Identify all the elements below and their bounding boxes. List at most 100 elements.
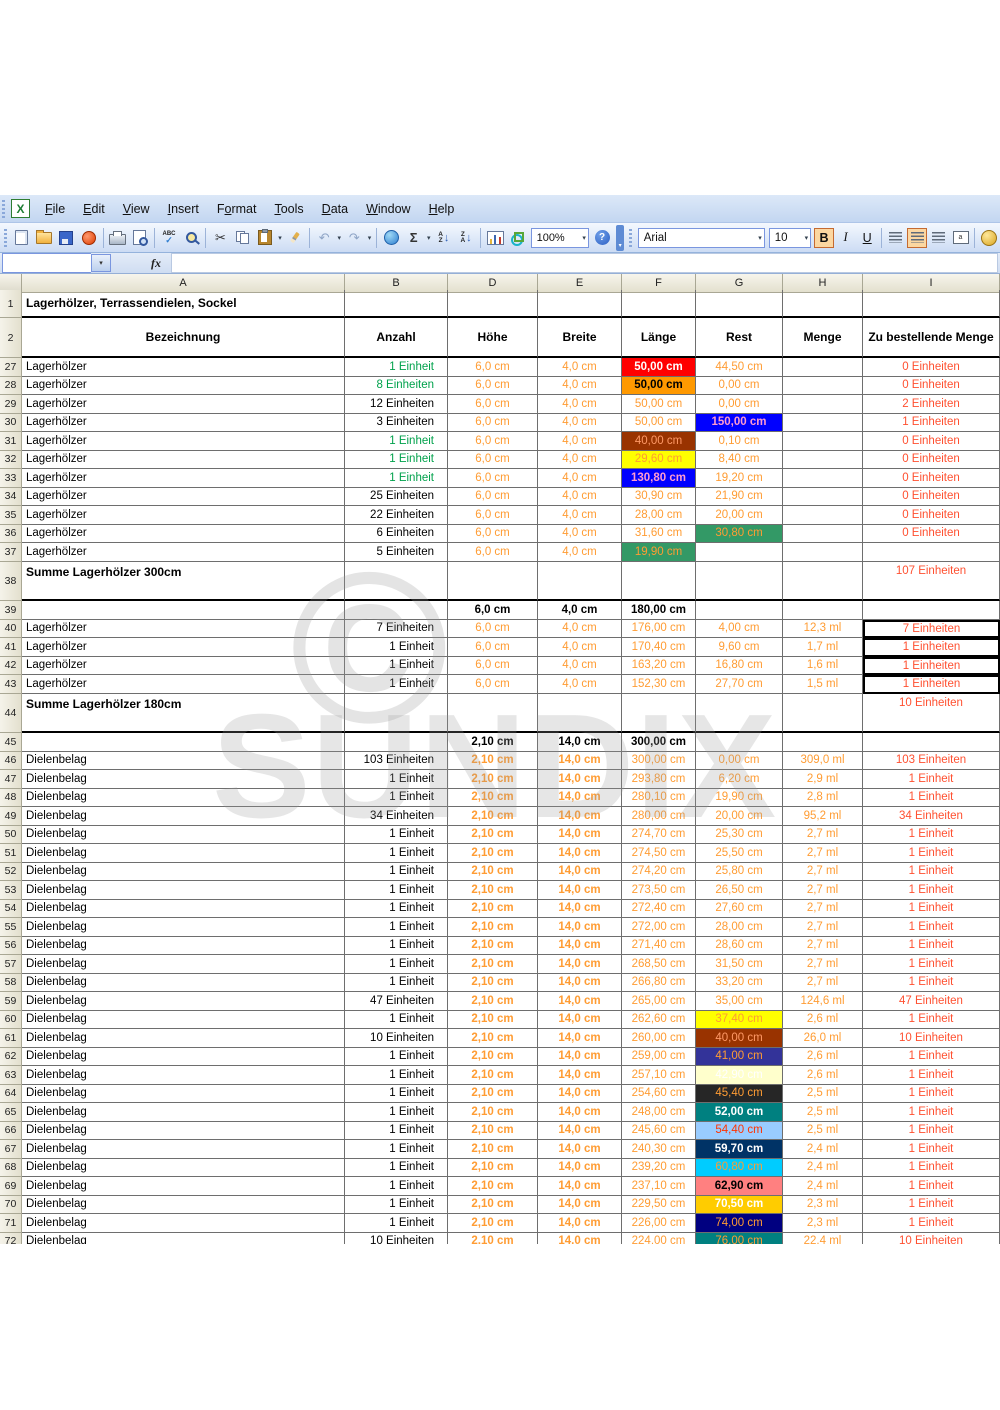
cell-G71[interactable]: 74,00 cm xyxy=(696,1214,783,1233)
cell-E47[interactable]: 14,0 cm xyxy=(538,770,622,789)
header-cell-I[interactable]: Zu bestellende Menge xyxy=(863,318,1000,358)
cell-G37[interactable] xyxy=(696,543,783,562)
cell-A72[interactable]: Dielenbelag xyxy=(22,1233,345,1245)
row-header-56[interactable]: 56 xyxy=(0,937,22,956)
cell-H53[interactable]: 2,7 ml xyxy=(783,881,863,900)
row-header-69[interactable]: 69 xyxy=(0,1177,22,1196)
cell-I69[interactable]: 1 Einheit xyxy=(863,1177,1000,1196)
cell-H37[interactable] xyxy=(783,543,863,562)
cell-H64[interactable]: 2,5 ml xyxy=(783,1085,863,1104)
cell-E42[interactable]: 4,0 cm xyxy=(538,657,622,676)
row-header-33[interactable]: 33 xyxy=(0,469,22,488)
cell-F31[interactable]: 40,00 cm xyxy=(622,432,696,451)
cell-D56[interactable]: 2,10 cm xyxy=(448,937,538,956)
cell-A42[interactable]: Lagerhölzer xyxy=(22,657,345,676)
cell-D66[interactable]: 2,10 cm xyxy=(448,1122,538,1141)
cell-G42[interactable]: 16,80 cm xyxy=(696,657,783,676)
cell-I32[interactable]: 0 Einheiten xyxy=(863,451,1000,470)
row-header-35[interactable]: 35 xyxy=(0,506,22,525)
row-header-43[interactable]: 43 xyxy=(0,675,22,694)
cell-H69[interactable]: 2,4 ml xyxy=(783,1177,863,1196)
cell-A47[interactable]: Dielenbelag xyxy=(22,770,345,789)
cell-B36[interactable]: 6 Einheiten xyxy=(345,525,448,544)
cell-E71[interactable]: 14,0 cm xyxy=(538,1214,622,1233)
row-header-52[interactable]: 52 xyxy=(0,863,22,882)
cell-B61[interactable]: 10 Einheiten xyxy=(345,1029,448,1048)
cell-G56[interactable]: 28,60 cm xyxy=(696,937,783,956)
spelling-button[interactable]: ABC✓ xyxy=(159,227,179,249)
font-size-select[interactable]: 10▾ xyxy=(769,228,811,248)
row-header-29[interactable]: 29 xyxy=(0,395,22,414)
cell-H29[interactable] xyxy=(783,395,863,414)
cell-G49[interactable]: 20,00 cm xyxy=(696,807,783,826)
print-preview-button[interactable] xyxy=(130,227,150,249)
cell-I36[interactable]: 0 Einheiten xyxy=(863,525,1000,544)
chart-wizard-button[interactable] xyxy=(485,227,505,249)
cell-F51[interactable]: 274,50 cm xyxy=(622,844,696,863)
align-right-button[interactable] xyxy=(929,228,949,248)
cell-A65[interactable]: Dielenbelag xyxy=(22,1103,345,1122)
cell-I65[interactable]: 1 Einheit xyxy=(863,1103,1000,1122)
cell-H39[interactable] xyxy=(783,601,863,620)
copy-button[interactable] xyxy=(233,227,253,249)
cell-G32[interactable]: 8,40 cm xyxy=(696,451,783,470)
cell-F35[interactable]: 28,00 cm xyxy=(622,506,696,525)
cell-A34[interactable]: Lagerhölzer xyxy=(22,488,345,507)
print-button[interactable] xyxy=(108,227,128,249)
cell-I59[interactable]: 47 Einheiten xyxy=(863,992,1000,1011)
cell-E31[interactable]: 4,0 cm xyxy=(538,432,622,451)
cell-E61[interactable]: 14,0 cm xyxy=(538,1029,622,1048)
cell-A35[interactable]: Lagerhölzer xyxy=(22,506,345,525)
cell-I37[interactable] xyxy=(863,543,1000,562)
cell-H36[interactable] xyxy=(783,525,863,544)
cell-F42[interactable]: 163,20 cm xyxy=(622,657,696,676)
cell-H27[interactable] xyxy=(783,358,863,377)
cell-E59[interactable]: 14,0 cm xyxy=(538,992,622,1011)
cell-D42[interactable]: 6,0 cm xyxy=(448,657,538,676)
cell-H42[interactable]: 1,6 ml xyxy=(783,657,863,676)
cell-D33[interactable]: 6,0 cm xyxy=(448,469,538,488)
cell-F34[interactable]: 30,90 cm xyxy=(622,488,696,507)
toolbar-grip[interactable] xyxy=(2,200,5,218)
cell-E27[interactable]: 4,0 cm xyxy=(538,358,622,377)
cell-A70[interactable]: Dielenbelag xyxy=(22,1196,345,1215)
cell-F36[interactable]: 31,60 cm xyxy=(622,525,696,544)
cell-H48[interactable]: 2,8 ml xyxy=(783,789,863,808)
row-header-1[interactable]: 1 xyxy=(0,290,22,318)
cell-F27[interactable]: 50,00 cm xyxy=(622,358,696,377)
cell-A45[interactable] xyxy=(22,733,345,752)
cell-B69[interactable]: 1 Einheit xyxy=(345,1177,448,1196)
menu-tools[interactable]: Tools xyxy=(265,198,312,220)
cell-G35[interactable]: 20,00 cm xyxy=(696,506,783,525)
menu-window[interactable]: Window xyxy=(357,198,419,220)
cell-H50[interactable]: 2,7 ml xyxy=(783,826,863,845)
cell-H49[interactable]: 95,2 ml xyxy=(783,807,863,826)
cell-H55[interactable]: 2,7 ml xyxy=(783,918,863,937)
cell-A27[interactable]: Lagerhölzer xyxy=(22,358,345,377)
permission-button[interactable] xyxy=(78,227,98,249)
cell-F62[interactable]: 259,00 cm xyxy=(622,1048,696,1067)
row-header-68[interactable]: 68 xyxy=(0,1159,22,1178)
cell-D60[interactable]: 2,10 cm xyxy=(448,1011,538,1030)
sort-descending-button[interactable]: ZA↓ xyxy=(456,227,476,249)
cell-E46[interactable]: 14,0 cm xyxy=(538,752,622,771)
header-cell-E[interactable]: Breite xyxy=(538,318,622,358)
cell-E30[interactable]: 4,0 cm xyxy=(538,414,622,433)
cell-G55[interactable]: 28,00 cm xyxy=(696,918,783,937)
cell-A43[interactable]: Lagerhölzer xyxy=(22,675,345,694)
cell-I48[interactable]: 1 Einheit xyxy=(863,789,1000,808)
cell-B33[interactable]: 1 Einheit xyxy=(345,469,448,488)
cell-F39[interactable]: 180,00 cm xyxy=(622,601,696,620)
currency-button[interactable] xyxy=(979,228,999,248)
cell-B49[interactable]: 34 Einheiten xyxy=(345,807,448,826)
cell-F50[interactable]: 274,70 cm xyxy=(622,826,696,845)
cell-F33[interactable]: 130,80 cm xyxy=(622,469,696,488)
cell-I38[interactable]: 107 Einheiten xyxy=(863,562,1000,602)
cell-H40[interactable]: 12,3 ml xyxy=(783,620,863,639)
cell-I40[interactable]: 7 Einheiten xyxy=(863,620,1000,639)
cell-A39[interactable] xyxy=(22,601,345,620)
cell-B63[interactable]: 1 Einheit xyxy=(345,1066,448,1085)
cell-I33[interactable]: 0 Einheiten xyxy=(863,469,1000,488)
cell-G50[interactable]: 25,30 cm xyxy=(696,826,783,845)
cell-F30[interactable]: 50,00 cm xyxy=(622,414,696,433)
